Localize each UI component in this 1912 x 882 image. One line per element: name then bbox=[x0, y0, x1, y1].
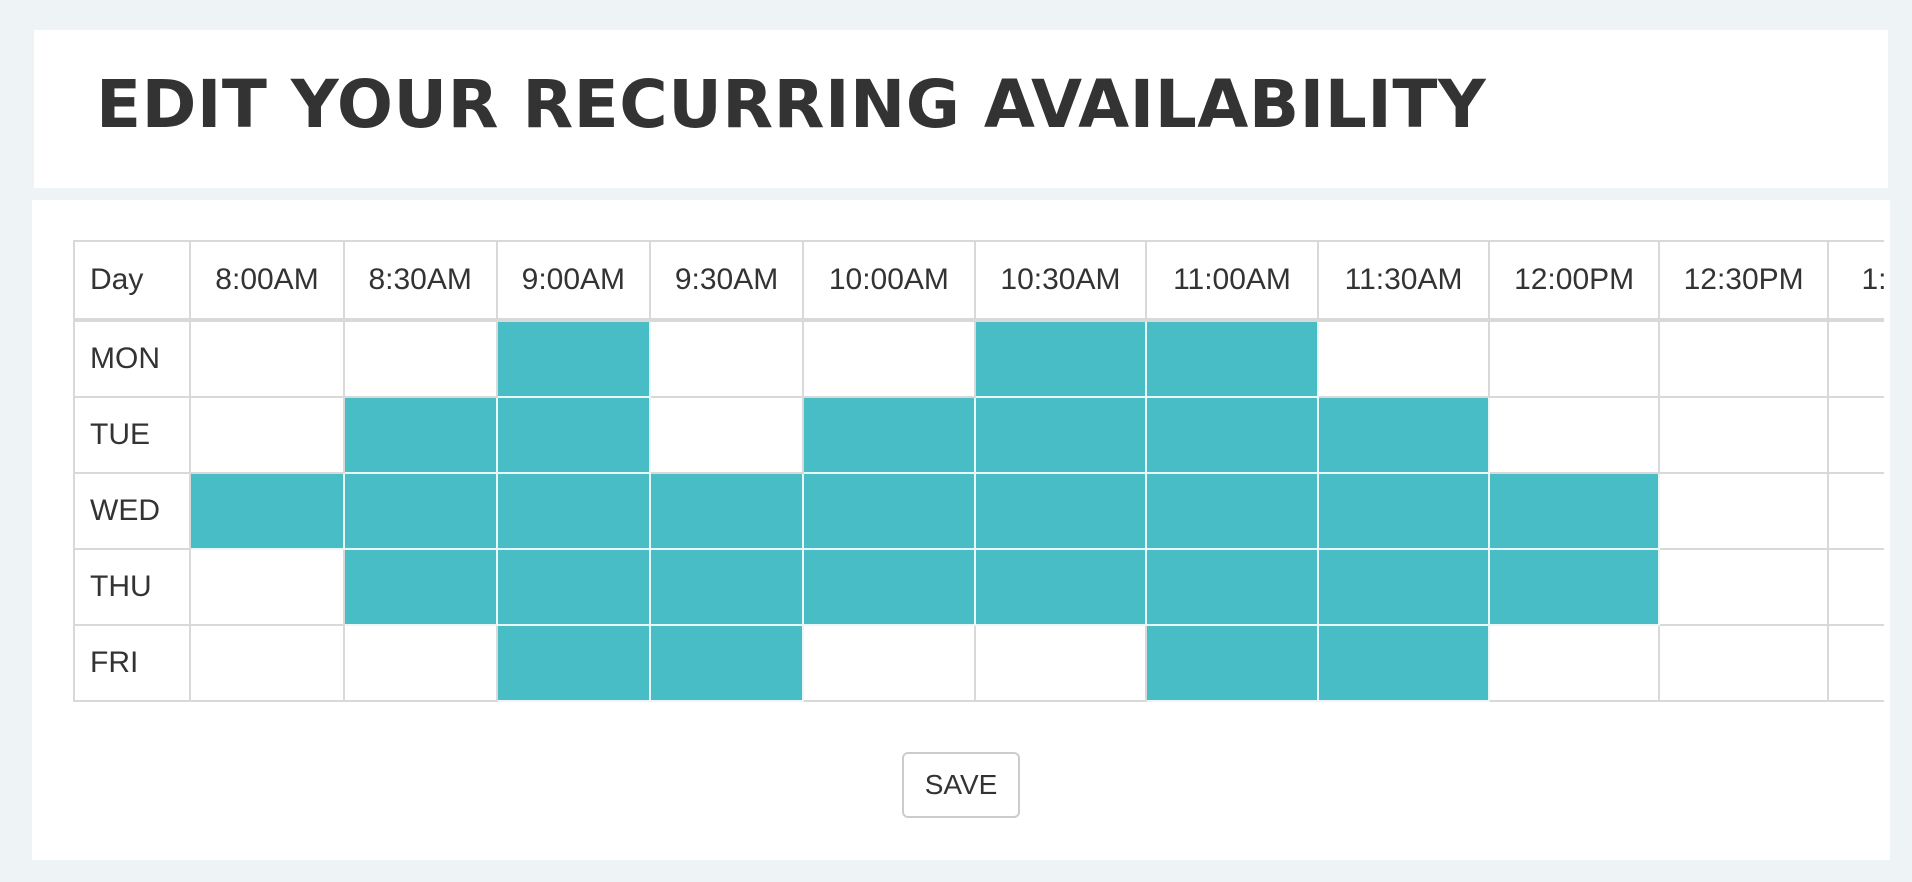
availability-slot-selected[interactable] bbox=[189, 472, 345, 550]
time-header-row: Day 8:00AM 8:30AM 9:00AM 9:30AM 10:00AM 10:30… bbox=[73, 240, 1884, 322]
availability-slot-selected[interactable] bbox=[342, 548, 498, 626]
availability-slot-selected[interactable] bbox=[802, 548, 976, 626]
availability-slot[interactable] bbox=[1827, 319, 1884, 398]
availability-slot[interactable] bbox=[342, 319, 498, 398]
day-label: TUE bbox=[73, 396, 192, 474]
time-column-header: 12:30PM bbox=[1657, 240, 1830, 322]
availability-slot[interactable] bbox=[1657, 396, 1830, 474]
availability-slot-selected[interactable] bbox=[495, 319, 651, 398]
availability-slot[interactable] bbox=[1827, 624, 1884, 702]
day-label: FRI bbox=[73, 624, 192, 702]
availability-slot-selected[interactable] bbox=[1316, 548, 1491, 626]
availability-slot[interactable] bbox=[802, 624, 976, 702]
availability-slot[interactable] bbox=[1488, 396, 1660, 474]
title-panel: EDIT YOUR RECURRING AVAILABILITY bbox=[34, 30, 1888, 188]
availability-slot-selected[interactable] bbox=[1145, 472, 1319, 550]
availability-slot-selected[interactable] bbox=[495, 472, 651, 550]
availability-slot[interactable] bbox=[1488, 319, 1660, 398]
availability-slot-selected[interactable] bbox=[802, 472, 976, 550]
availability-grid: Day 8:00AM 8:30AM 9:00AM 9:30AM 10:00AM 10:30… bbox=[73, 240, 1884, 702]
time-column-header: 9:30AM bbox=[648, 240, 805, 322]
time-column-header: 12:00PM bbox=[1488, 240, 1660, 322]
save-button[interactable]: SAVE bbox=[902, 752, 1020, 818]
availability-slot[interactable] bbox=[189, 624, 345, 702]
day-row-wed: WED bbox=[73, 472, 1884, 550]
availability-slot[interactable] bbox=[1827, 548, 1884, 626]
availability-slot[interactable] bbox=[648, 319, 805, 398]
time-column-header: 1:00PM bbox=[1827, 240, 1884, 322]
availability-slot[interactable] bbox=[648, 396, 805, 474]
availability-slot-selected[interactable] bbox=[973, 319, 1148, 398]
day-row-thu: THU bbox=[73, 548, 1884, 626]
availability-slot[interactable] bbox=[189, 396, 345, 474]
availability-slot-selected[interactable] bbox=[342, 396, 498, 474]
availability-slot[interactable] bbox=[1827, 396, 1884, 474]
day-label: THU bbox=[73, 548, 192, 626]
availability-slot-selected[interactable] bbox=[495, 624, 651, 702]
day-row-tue: TUE bbox=[73, 396, 1884, 474]
availability-slot-selected[interactable] bbox=[1145, 548, 1319, 626]
availability-slot-selected[interactable] bbox=[1488, 548, 1660, 626]
availability-panel: Day 8:00AM 8:30AM 9:00AM 9:30AM 10:00AM 10:30… bbox=[32, 200, 1890, 860]
availability-slot-selected[interactable] bbox=[1316, 396, 1491, 474]
availability-slot-selected[interactable] bbox=[1316, 472, 1491, 550]
day-label: WED bbox=[73, 472, 192, 550]
page-title: EDIT YOUR RECURRING AVAILABILITY bbox=[96, 66, 1487, 143]
availability-slot-selected[interactable] bbox=[802, 396, 976, 474]
availability-slot[interactable] bbox=[1657, 548, 1830, 626]
time-column-header: 8:00AM bbox=[189, 240, 345, 322]
time-column-header: 11:30AM bbox=[1316, 240, 1491, 322]
day-label: MON bbox=[73, 319, 192, 398]
availability-slot-selected[interactable] bbox=[495, 548, 651, 626]
day-rows: MON TUE WED THU FRI bbox=[73, 319, 1884, 702]
day-column-header: Day bbox=[73, 240, 192, 322]
availability-slot-selected[interactable] bbox=[973, 396, 1148, 474]
availability-slot-selected[interactable] bbox=[342, 472, 498, 550]
time-column-header: 9:00AM bbox=[495, 240, 651, 322]
availability-slot-selected[interactable] bbox=[973, 472, 1148, 550]
availability-grid-viewport[interactable]: Day 8:00AM 8:30AM 9:00AM 9:30AM 10:00AM 10:30… bbox=[73, 240, 1884, 712]
availability-slot-selected[interactable] bbox=[1145, 319, 1319, 398]
availability-slot[interactable] bbox=[1657, 624, 1830, 702]
time-column-header: 8:30AM bbox=[342, 240, 498, 322]
availability-slot[interactable] bbox=[1657, 472, 1830, 550]
availability-slot-selected[interactable] bbox=[648, 548, 805, 626]
availability-slot[interactable] bbox=[1316, 319, 1491, 398]
availability-slot-selected[interactable] bbox=[648, 472, 805, 550]
availability-slot[interactable] bbox=[1657, 319, 1830, 398]
availability-slot[interactable] bbox=[189, 548, 345, 626]
day-row-mon: MON bbox=[73, 319, 1884, 398]
availability-slot[interactable] bbox=[802, 319, 976, 398]
availability-slot-selected[interactable] bbox=[648, 624, 805, 702]
availability-slot-selected[interactable] bbox=[973, 548, 1148, 626]
availability-slot[interactable] bbox=[342, 624, 498, 702]
availability-slot-selected[interactable] bbox=[1316, 624, 1491, 702]
time-column-header: 10:00AM bbox=[802, 240, 976, 322]
availability-slot-selected[interactable] bbox=[1145, 396, 1319, 474]
time-column-header: 11:00AM bbox=[1145, 240, 1319, 322]
availability-slot[interactable] bbox=[973, 624, 1148, 702]
day-row-fri: FRI bbox=[73, 624, 1884, 702]
availability-slot-selected[interactable] bbox=[495, 396, 651, 474]
availability-slot[interactable] bbox=[189, 319, 345, 398]
availability-slot[interactable] bbox=[1488, 624, 1660, 702]
availability-slot-selected[interactable] bbox=[1488, 472, 1660, 550]
availability-slot-selected[interactable] bbox=[1145, 624, 1319, 702]
time-column-header: 10:30AM bbox=[973, 240, 1148, 322]
availability-slot[interactable] bbox=[1827, 472, 1884, 550]
